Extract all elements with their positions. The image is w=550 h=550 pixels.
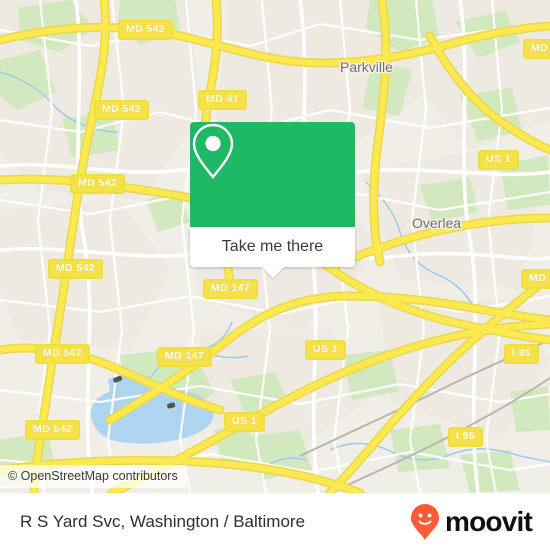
road-shield-us-1[interactable]: US 1 bbox=[224, 412, 265, 432]
moovit-logo[interactable]: moovit bbox=[410, 503, 533, 541]
road-shield-md-542[interactable]: MD 542 bbox=[118, 20, 174, 40]
osm-attribution[interactable]: © OpenStreetMap contributors bbox=[0, 465, 186, 488]
road-shield-md-542[interactable]: MD 542 bbox=[25, 420, 81, 440]
road-shield-md-147[interactable]: MD 147 bbox=[203, 279, 259, 299]
take-me-there-label: Take me there bbox=[221, 238, 324, 255]
place-label-overlea: Overlea bbox=[412, 215, 462, 231]
road-shield-md-5[interactable]: MD 5 bbox=[521, 269, 550, 289]
road-shield-md-4[interactable]: MD 4 bbox=[523, 39, 550, 59]
place-title: R S Yard Svc, Washington / Baltimore bbox=[20, 511, 306, 531]
take-me-there-button[interactable]: Take me there bbox=[190, 227, 355, 278]
road-shield-md-147[interactable]: MD 147 bbox=[157, 347, 213, 367]
destination-callout[interactable]: Take me there bbox=[190, 122, 355, 278]
place-label-parkville: Parkville bbox=[340, 59, 393, 75]
moovit-wordmark: moovit bbox=[445, 505, 533, 537]
moovit-smiley-pin-icon bbox=[411, 503, 440, 540]
road-shield-i-95[interactable]: I 95 bbox=[504, 344, 540, 364]
callout-icon-area bbox=[190, 122, 355, 227]
road-shield-md-542[interactable]: MD 542 bbox=[70, 174, 126, 194]
callout-tail bbox=[261, 267, 284, 278]
road-shield-md-542[interactable]: MD 542 bbox=[35, 344, 91, 364]
road-shield-i-95[interactable]: I 95 bbox=[448, 427, 484, 447]
road-shield-md-542[interactable]: MD 542 bbox=[48, 259, 104, 279]
map-pin-icon bbox=[192, 123, 234, 179]
road-shield-md-542[interactable]: MD 542 bbox=[94, 100, 150, 120]
road-shield-us-1[interactable]: US 1 bbox=[478, 150, 519, 170]
footer-bar: R S Yard Svc, Washington / Baltimore moo… bbox=[0, 493, 550, 550]
screenshot-root: Parkville Overlea MD 542 MD 4 MD 542 MD … bbox=[0, 0, 550, 550]
road-shield-md-41[interactable]: MD 41 bbox=[198, 90, 247, 110]
map-canvas[interactable]: Parkville Overlea MD 542 MD 4 MD 542 MD … bbox=[0, 0, 550, 493]
road-shield-us-1[interactable]: US 1 bbox=[305, 340, 346, 360]
